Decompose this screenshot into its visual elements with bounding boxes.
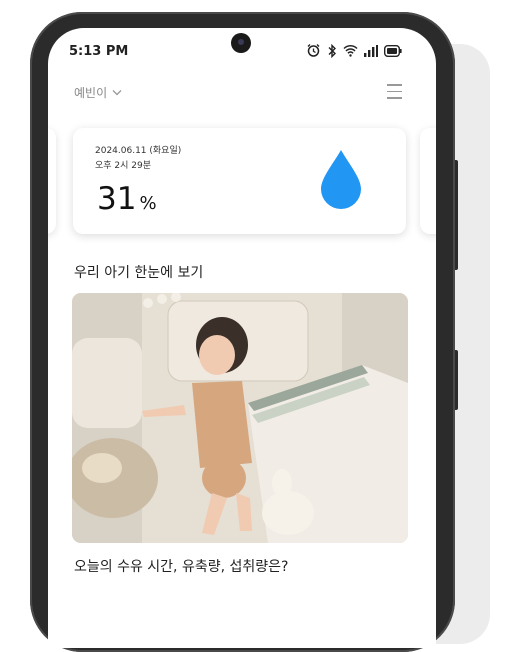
chevron-down-icon xyxy=(112,90,122,96)
status-time: 5:13 PM xyxy=(69,44,129,59)
water-drop-icon xyxy=(321,150,361,209)
status-icons xyxy=(306,43,402,58)
humidity-card[interactable]: 2024.06.11 (화요일) 오후 2시 29분 31% xyxy=(73,128,406,234)
card-date: 2024.06.11 (화요일) xyxy=(95,146,182,156)
section-title: 우리 아기 한눈에 보기 xyxy=(74,265,204,281)
profile-selector[interactable]: 예빈이 xyxy=(74,84,122,101)
humidity-value: 31% xyxy=(97,181,157,217)
prev-card[interactable] xyxy=(48,128,56,234)
profile-name: 예빈이 xyxy=(74,86,108,100)
wifi-icon xyxy=(343,44,358,57)
humidity-unit: % xyxy=(139,193,157,214)
signal-icon xyxy=(364,44,378,57)
front-camera xyxy=(231,33,251,53)
bluetooth-icon xyxy=(328,43,336,58)
next-card[interactable] xyxy=(420,128,436,234)
phone-screen: 5:13 PM 예빈이 2024.06.11 (화요일) 오후 2시 29분 3… xyxy=(48,28,436,648)
battery-icon xyxy=(384,44,402,57)
alarm-icon xyxy=(307,44,320,57)
card-time: 오후 2시 29분 xyxy=(95,161,152,171)
feeding-question[interactable]: 오늘의 수유 시간, 유축량, 섭취량은? xyxy=(74,556,288,576)
baby-photo[interactable] xyxy=(72,293,408,543)
hamburger-menu-icon[interactable] xyxy=(387,84,402,104)
humidity-number: 31 xyxy=(97,181,137,217)
